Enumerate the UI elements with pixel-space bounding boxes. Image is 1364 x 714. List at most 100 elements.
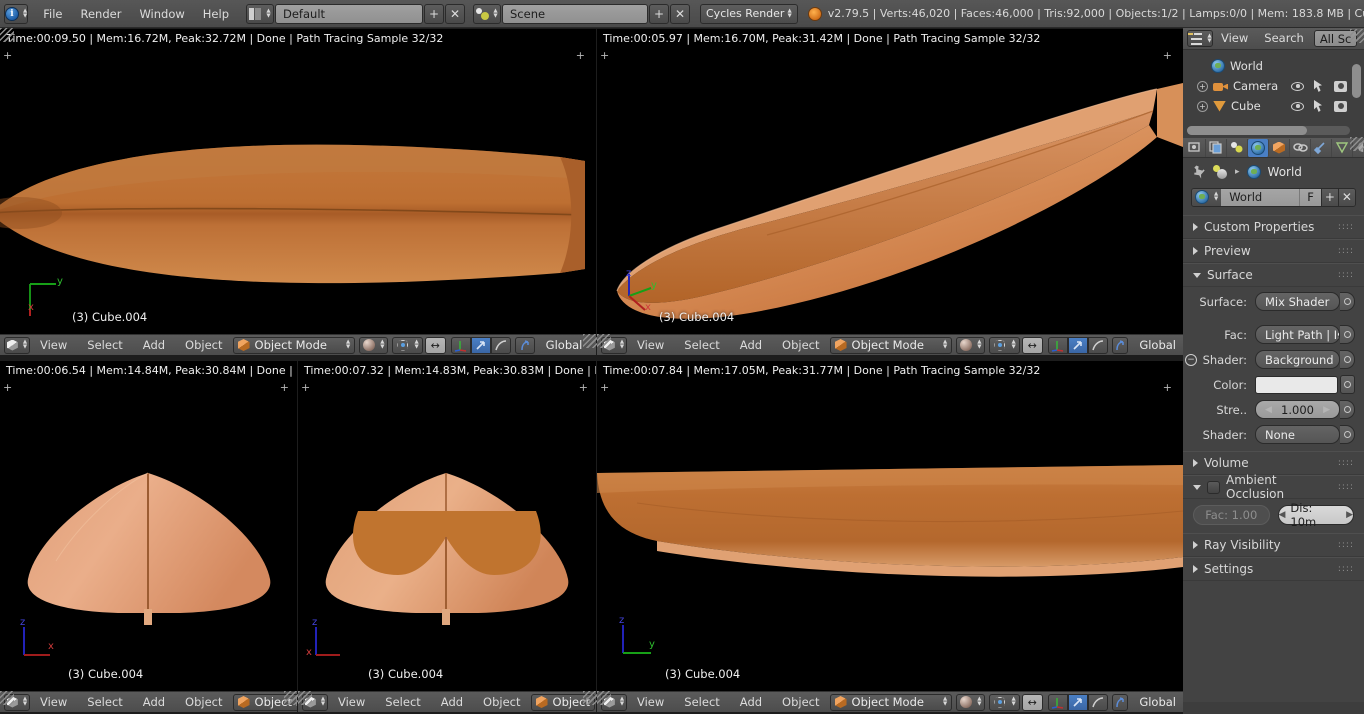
transform-orientation-selector[interactable]: Global — [539, 337, 590, 354]
viewport-menu-add[interactable]: Add — [730, 336, 772, 355]
viewport-menu-object[interactable]: Object — [772, 693, 829, 712]
shader-dropdown[interactable]: Background — [1255, 350, 1340, 369]
pin-icon[interactable] — [1190, 163, 1208, 181]
delete-scene-button[interactable]: ✕ — [670, 3, 690, 24]
viewport-menu-select[interactable]: Select — [375, 693, 430, 712]
interaction-mode-selector[interactable]: Object Mode — [829, 693, 953, 711]
blender-logo-icon[interactable]: i — [4, 3, 29, 24]
screen-layout-name[interactable]: Default — [275, 3, 423, 24]
viewport-shading-selector[interactable] — [956, 693, 986, 711]
outliner-row-world[interactable]: World — [1183, 56, 1364, 76]
area-resize-corner[interactable] — [1350, 137, 1364, 151]
animate-property-icon[interactable] — [1340, 375, 1355, 394]
background-color-swatch[interactable] — [1255, 375, 1338, 394]
viewport-menu-add[interactable]: Add — [133, 693, 175, 712]
menu-render[interactable]: Render — [71, 4, 130, 24]
outliner-menu-view[interactable]: View — [1213, 29, 1256, 48]
area-resize-corner[interactable] — [0, 691, 14, 705]
viewport-handle-tr[interactable]: + — [1163, 49, 1172, 62]
expand-toggle-icon[interactable]: + — [1197, 80, 1208, 92]
area-resize-corner[interactable] — [0, 28, 14, 42]
strength-slider[interactable]: ◀ 1.000 ▶ — [1255, 400, 1340, 419]
viewport-bottom-side[interactable]: Time:00:07.84 | Mem:17.05M, Peak:31.77M … — [597, 361, 1183, 691]
outliner-horizontal-scrollbar[interactable] — [1187, 126, 1307, 135]
outliner-row-cube[interactable]: + Cube — [1183, 96, 1364, 116]
viewport-handle-tl[interactable]: + — [600, 49, 609, 62]
menu-help[interactable]: Help — [194, 4, 238, 24]
rotate-manipulator-icon[interactable] — [470, 336, 491, 354]
menu-window[interactable]: Window — [130, 4, 193, 24]
scale-manipulator-icon[interactable] — [1087, 336, 1108, 354]
viewport-shading-selector[interactable] — [956, 336, 986, 354]
render-layers-tab-icon[interactable] — [1206, 138, 1227, 157]
viewport-handle-tr[interactable]: + — [280, 381, 289, 394]
translate-manipulator-icon[interactable] — [1047, 336, 1068, 354]
world-tab-icon[interactable] — [1248, 138, 1269, 157]
rotate-manipulator-icon[interactable] — [1067, 693, 1088, 711]
transform-pivot-icon[interactable] — [1111, 693, 1129, 711]
transform-pivot-icon[interactable] — [1111, 336, 1129, 354]
screen-layout-icon[interactable] — [246, 3, 274, 24]
render-camera-icon[interactable] — [1334, 80, 1347, 92]
fake-user-button[interactable]: F — [1299, 188, 1321, 206]
scene-tab-icon[interactable] — [1227, 138, 1248, 157]
viewport-menu-view[interactable]: View — [30, 693, 77, 712]
area-resize-corner[interactable] — [583, 691, 597, 705]
viewport-menu-view[interactable]: View — [627, 336, 674, 355]
viewport-shading-selector[interactable] — [359, 336, 389, 354]
world-datablock-selector[interactable]: World F + ✕ — [1191, 187, 1356, 207]
render-camera-icon[interactable] — [1334, 100, 1347, 112]
transform-orientation-selector[interactable]: Global — [1132, 694, 1183, 711]
unlink-datablock-button[interactable]: ✕ — [1337, 188, 1355, 206]
viewport-menu-add[interactable]: Add — [431, 693, 473, 712]
viewport-handle-tr[interactable]: + — [1163, 381, 1172, 394]
viewport-menu-select[interactable]: Select — [674, 336, 729, 355]
modifiers-tab-icon[interactable] — [1311, 138, 1332, 157]
area-resize-corner[interactable] — [583, 334, 597, 348]
increment-icon[interactable]: ▶ — [1323, 405, 1330, 415]
viewport-top-left[interactable]: Time:00:09.50 | Mem:16.72M, Peak:32.72M … — [0, 29, 596, 334]
menu-file[interactable]: File — [34, 4, 71, 24]
pivot-point-selector[interactable] — [989, 693, 1020, 711]
new-datablock-button[interactable]: + — [1320, 188, 1338, 206]
shader-none-dropdown[interactable]: None — [1255, 425, 1340, 444]
scale-manipulator-icon[interactable] — [1087, 693, 1108, 711]
interaction-mode-selector[interactable]: Object Mode — [829, 336, 953, 354]
collapse-socket-icon[interactable]: − — [1185, 353, 1197, 366]
animate-property-icon[interactable] — [1340, 350, 1355, 369]
eye-icon[interactable] — [1291, 101, 1304, 111]
increment-icon[interactable]: ▶ — [1346, 510, 1353, 520]
translate-manipulator-icon[interactable] — [450, 336, 471, 354]
panel-volume[interactable]: Volume :::: — [1183, 451, 1364, 475]
viewport-handle-tr[interactable]: + — [579, 381, 588, 394]
outliner-tree[interactable]: World + Camera + Cube — [1183, 50, 1364, 138]
datablock-browse-button[interactable] — [1192, 188, 1222, 206]
area-resize-corner[interactable] — [597, 691, 611, 705]
datablock-name-field[interactable]: World — [1221, 188, 1300, 206]
transform-pivot-icon[interactable] — [514, 336, 535, 354]
panel-settings[interactable]: Settings :::: — [1183, 557, 1364, 581]
viewport-menu-select[interactable]: Select — [77, 693, 132, 712]
outliner-vertical-scrollbar[interactable] — [1352, 64, 1361, 98]
pivot-point-selector[interactable] — [989, 336, 1020, 354]
add-scene-button[interactable]: + — [649, 3, 669, 24]
transform-orientation-selector[interactable]: Global — [1132, 337, 1183, 354]
scene-icon[interactable] — [473, 3, 501, 24]
viewport-menu-view[interactable]: View — [30, 336, 77, 355]
area-resize-corner[interactable] — [597, 334, 611, 348]
viewport-handle-tl[interactable]: + — [301, 381, 310, 394]
fac-dropdown[interactable]: Light Path | Is.. — [1255, 325, 1340, 344]
outliner-row-camera[interactable]: + Camera — [1183, 76, 1364, 96]
viewport-menu-view[interactable]: View — [627, 693, 674, 712]
area-resize-corner[interactable] — [1350, 29, 1364, 43]
viewport-menu-object[interactable]: Object — [772, 336, 829, 355]
cursor-arrow-icon[interactable] — [1314, 100, 1322, 112]
viewport-handle-tl[interactable]: + — [3, 49, 12, 62]
render-tab-icon[interactable] — [1185, 138, 1206, 157]
viewport-menu-object[interactable]: Object — [175, 336, 232, 355]
animate-property-icon[interactable] — [1340, 292, 1355, 311]
panel-custom-properties[interactable]: Custom Properties :::: — [1183, 215, 1364, 239]
snap-toggle-button[interactable]: ↔ — [1021, 693, 1043, 711]
editor-type-icon[interactable] — [4, 336, 30, 354]
eye-icon[interactable] — [1291, 81, 1304, 91]
